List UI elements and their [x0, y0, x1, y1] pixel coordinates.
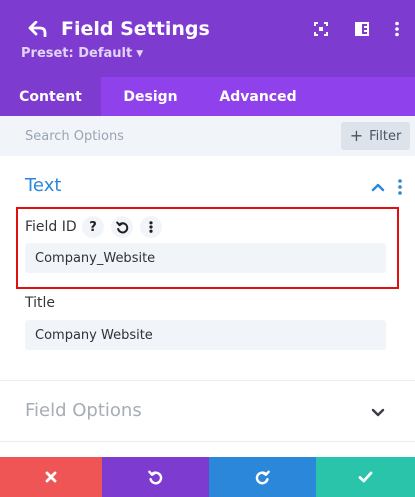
- search-bar: + Filter: [0, 116, 415, 156]
- more-vertical-icon: [149, 221, 153, 233]
- undo-icon: [148, 470, 163, 484]
- expand-button[interactable]: [309, 17, 333, 41]
- tab-content[interactable]: Content: [0, 77, 101, 116]
- action-bar: [0, 457, 415, 497]
- section-more-icon[interactable]: [395, 178, 405, 196]
- chevron-down-icon[interactable]: [370, 404, 386, 420]
- reset-icon: [115, 221, 128, 233]
- redo-icon: [255, 470, 270, 484]
- save-button[interactable]: [316, 457, 415, 497]
- question-icon: ?: [89, 219, 97, 235]
- check-icon: [358, 471, 373, 483]
- undo-button[interactable]: [102, 457, 209, 497]
- plus-icon: +: [349, 126, 364, 145]
- settings-header: Field Settings Preset: Default ▼: [0, 0, 415, 77]
- field-id-label: Field ID: [25, 219, 77, 235]
- caret-down-icon: ▼: [136, 49, 144, 59]
- panel-title: Field Settings: [61, 18, 210, 40]
- tab-bar: Content Design Advanced: [0, 77, 415, 116]
- tab-design[interactable]: Design: [101, 77, 200, 116]
- title-input[interactable]: [25, 320, 386, 350]
- reset-button[interactable]: [111, 216, 133, 238]
- search-input[interactable]: [0, 116, 330, 156]
- divider: [0, 441, 415, 442]
- redo-button[interactable]: [209, 457, 316, 497]
- help-button[interactable]: ?: [82, 216, 104, 238]
- sidebar-toggle-icon: [355, 22, 369, 36]
- chevron-up-icon[interactable]: [370, 179, 386, 195]
- preset-selector[interactable]: Preset: Default ▼: [21, 45, 143, 63]
- close-icon: [45, 471, 57, 483]
- divider: [0, 380, 415, 381]
- filter-label: Filter: [369, 128, 402, 144]
- section-title-text[interactable]: Text: [25, 174, 61, 198]
- back-arrow-icon: [28, 21, 47, 37]
- field-id-input[interactable]: [25, 243, 386, 273]
- tab-advanced[interactable]: Advanced: [200, 77, 316, 116]
- back-button[interactable]: [24, 15, 52, 43]
- section-title-field-options[interactable]: Field Options: [25, 399, 142, 423]
- discard-button[interactable]: [0, 457, 102, 497]
- field-more-button[interactable]: [140, 216, 162, 238]
- expand-icon: [314, 22, 328, 36]
- sidebar-toggle-button[interactable]: [350, 17, 374, 41]
- more-vertical-icon: [395, 21, 399, 37]
- header-more-button[interactable]: [385, 17, 409, 41]
- filter-button[interactable]: + Filter: [341, 122, 410, 150]
- title-label: Title: [25, 295, 56, 311]
- preset-label: Preset: Default: [21, 46, 133, 61]
